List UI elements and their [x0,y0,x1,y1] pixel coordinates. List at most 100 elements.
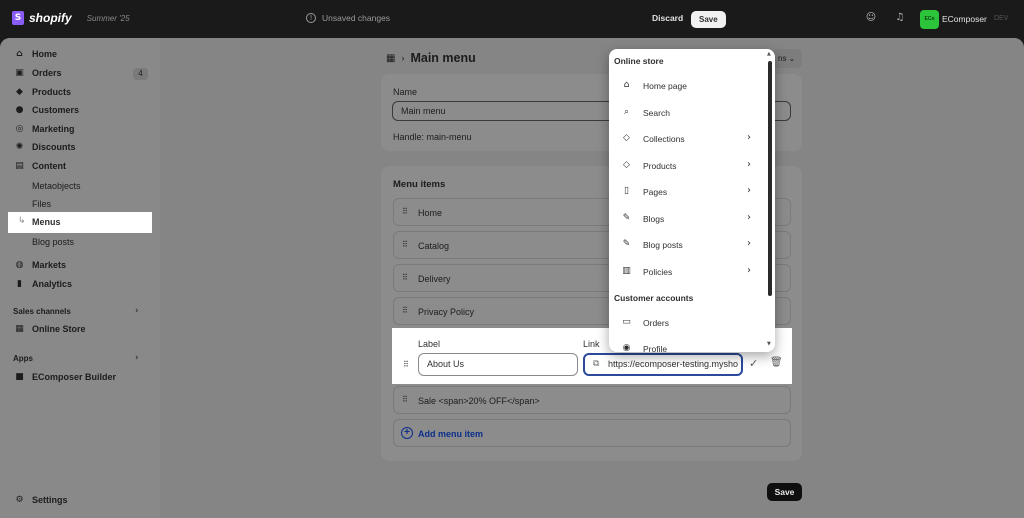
nav-online-store[interactable]: ▦ Online Store [14,324,86,334]
drag-handle-icon[interactable]: ⠿ [402,273,408,282]
discard-button[interactable]: Discard [652,13,683,23]
add-menu-item-button[interactable]: + Add menu item [393,419,791,447]
nav-settings-label: Settings [32,495,68,505]
nav-blog-posts[interactable]: Blog posts [32,237,74,247]
dd-item-policies[interactable]: ▥ Policies › [609,260,767,284]
gear-icon: ⚙ [15,495,24,505]
dd-item-label: Blogs [643,214,665,224]
sales-channels-heading[interactable]: Sales channels [13,307,71,316]
store-dev-tag: DEV [994,15,1009,22]
save-top-button[interactable]: Save [691,11,726,28]
nav-markets[interactable]: ◍ Markets [14,260,66,270]
tag-icon: ◆ [16,87,23,97]
unsaved-text: Unsaved changes [322,13,391,23]
home-icon: ⌂ [623,80,630,90]
globe-icon: ◍ [15,260,24,270]
label-input[interactable]: About Us [418,353,578,376]
store-avatar[interactable]: ECo [920,10,939,29]
nav-menus[interactable]: ↳ Menus [8,212,152,233]
nav-analytics[interactable]: ▮ Analytics [14,279,72,289]
more-actions-button[interactable]: ns ⌄ [772,49,802,68]
save-button[interactable]: Save [767,483,802,501]
nav-customers[interactable]: ● Customers [14,105,79,115]
dd-item-label: Pages [643,187,668,197]
blog-edit-icon: ✎ [622,213,631,223]
scroll-down-arrow-icon[interactable]: ▼ [767,341,771,347]
dd-item-profile[interactable]: ◉ Profile [609,337,767,352]
nav-orders[interactable]: ▣ Orders [14,68,61,78]
dd-item-products[interactable]: ◇ Products › [609,154,767,178]
search-icon: ⌕ [623,107,630,117]
link-input[interactable]: ⧉ https://ecomposer-testing.myshopify.co… [583,353,743,376]
dd-item-orders[interactable]: ▭ Orders [609,311,767,335]
chevron-right-icon[interactable]: › [135,353,139,363]
home-icon: ⌂ [16,49,23,59]
drag-handle-icon[interactable]: ⠿ [403,360,409,369]
person-icon: ● [15,105,24,115]
nav-content-label: Content [32,161,66,171]
nav-metaobjects[interactable]: Metaobjects [32,181,81,191]
dd-item-label: Home page [643,81,687,91]
nav-settings[interactable]: ⚙ Settings [14,495,68,505]
nav-discounts[interactable]: ✺ Discounts [14,142,76,152]
alert-circle-icon: ! [306,13,316,23]
chevron-right-icon: › [747,238,751,249]
customer-accounts-section: Customer accounts [614,293,694,303]
dropdown-scrollbar[interactable]: ▲ ▼ [767,51,772,347]
breadcrumb-separator: › [401,53,405,63]
nav-ecomposer-builder[interactable]: ■ EComposer Builder [14,372,116,382]
sidekick-icon[interactable]: ☺ [864,12,878,26]
bell-icon[interactable]: ♫ [893,12,907,26]
scrollbar-thumb[interactable] [768,61,772,296]
nav-online-store-label: Online Store [32,324,86,334]
drag-handle-icon[interactable]: ⠿ [402,306,408,315]
chevron-right-icon[interactable]: › [135,306,139,316]
app-icon: ■ [15,372,24,382]
dd-item-search[interactable]: ⌕ Search [609,101,767,125]
dd-item-label: Policies [643,267,673,277]
dd-item-label: Products [643,161,677,171]
menu-item-label: Privacy Policy [418,307,475,317]
dd-item-collections[interactable]: ◇ Collections › [609,127,767,151]
inbox-icon: ▭ [622,317,631,327]
drag-handle-icon[interactable]: ⠿ [402,207,408,216]
plus-circle-icon: + [401,427,413,439]
handle-text: Handle: main-menu [393,132,472,142]
collection-tag-icon: ◇ [623,133,630,143]
nav-discounts-label: Discounts [32,142,76,152]
drag-handle-icon[interactable]: ⠿ [402,395,408,404]
unsaved-indicator: ! Unsaved changes [306,13,390,23]
drag-handle-icon[interactable]: ⠿ [402,240,408,249]
nav-products-label: Products [32,87,72,97]
chevron-down-icon: ⌄ [788,54,796,63]
label-heading: Label [418,339,441,349]
nav-files[interactable]: Files [32,199,51,209]
nav-markets-label: Markets [32,260,67,270]
dd-item-blogs[interactable]: ✎ Blogs › [609,207,767,231]
nav-content[interactable]: ▤ Content [14,161,66,171]
scroll-up-arrow-icon[interactable]: ▲ [767,51,771,57]
policy-scroll-icon: ▥ [622,266,631,276]
nav-products[interactable]: ◆ Products [14,87,71,97]
apps-heading[interactable]: Apps [13,354,33,363]
chevron-right-icon: › [747,265,751,276]
store-icon[interactable]: ▦ [386,53,395,64]
menu-item-row[interactable]: ⠿ Sale <span>20% OFF</span> [393,386,791,414]
menu-items-title: Menu items [393,179,446,190]
nav-home[interactable]: ⌂ Home [14,49,57,59]
dd-item-home-page[interactable]: ⌂ Home page [609,74,767,98]
chevron-right-icon: › [747,212,751,223]
orders-count-badge: 4 [133,68,148,80]
nav-marketing[interactable]: ◎ Marketing [14,124,75,134]
main-content: ▦ › Main menu ns ⌄ Name Main menu Handle:… [160,38,1024,518]
trash-icon[interactable]: 🗑 [770,357,783,368]
top-bar: S shopify Summer '25 ! Unsaved changes D… [0,0,1024,38]
dd-item-pages[interactable]: ▯ Pages › [609,180,767,204]
nav-ecomposer-label: EComposer Builder [32,372,117,382]
checkmark-icon[interactable]: ✓ [749,357,758,370]
store-name[interactable]: EComposer [942,14,987,24]
nav-home-label: Home [32,49,58,59]
shopify-brand[interactable]: S shopify Summer '25 [12,11,130,25]
more-actions-label: ns [778,54,787,63]
dd-item-blog-posts[interactable]: ✎ Blog posts › [609,233,767,257]
